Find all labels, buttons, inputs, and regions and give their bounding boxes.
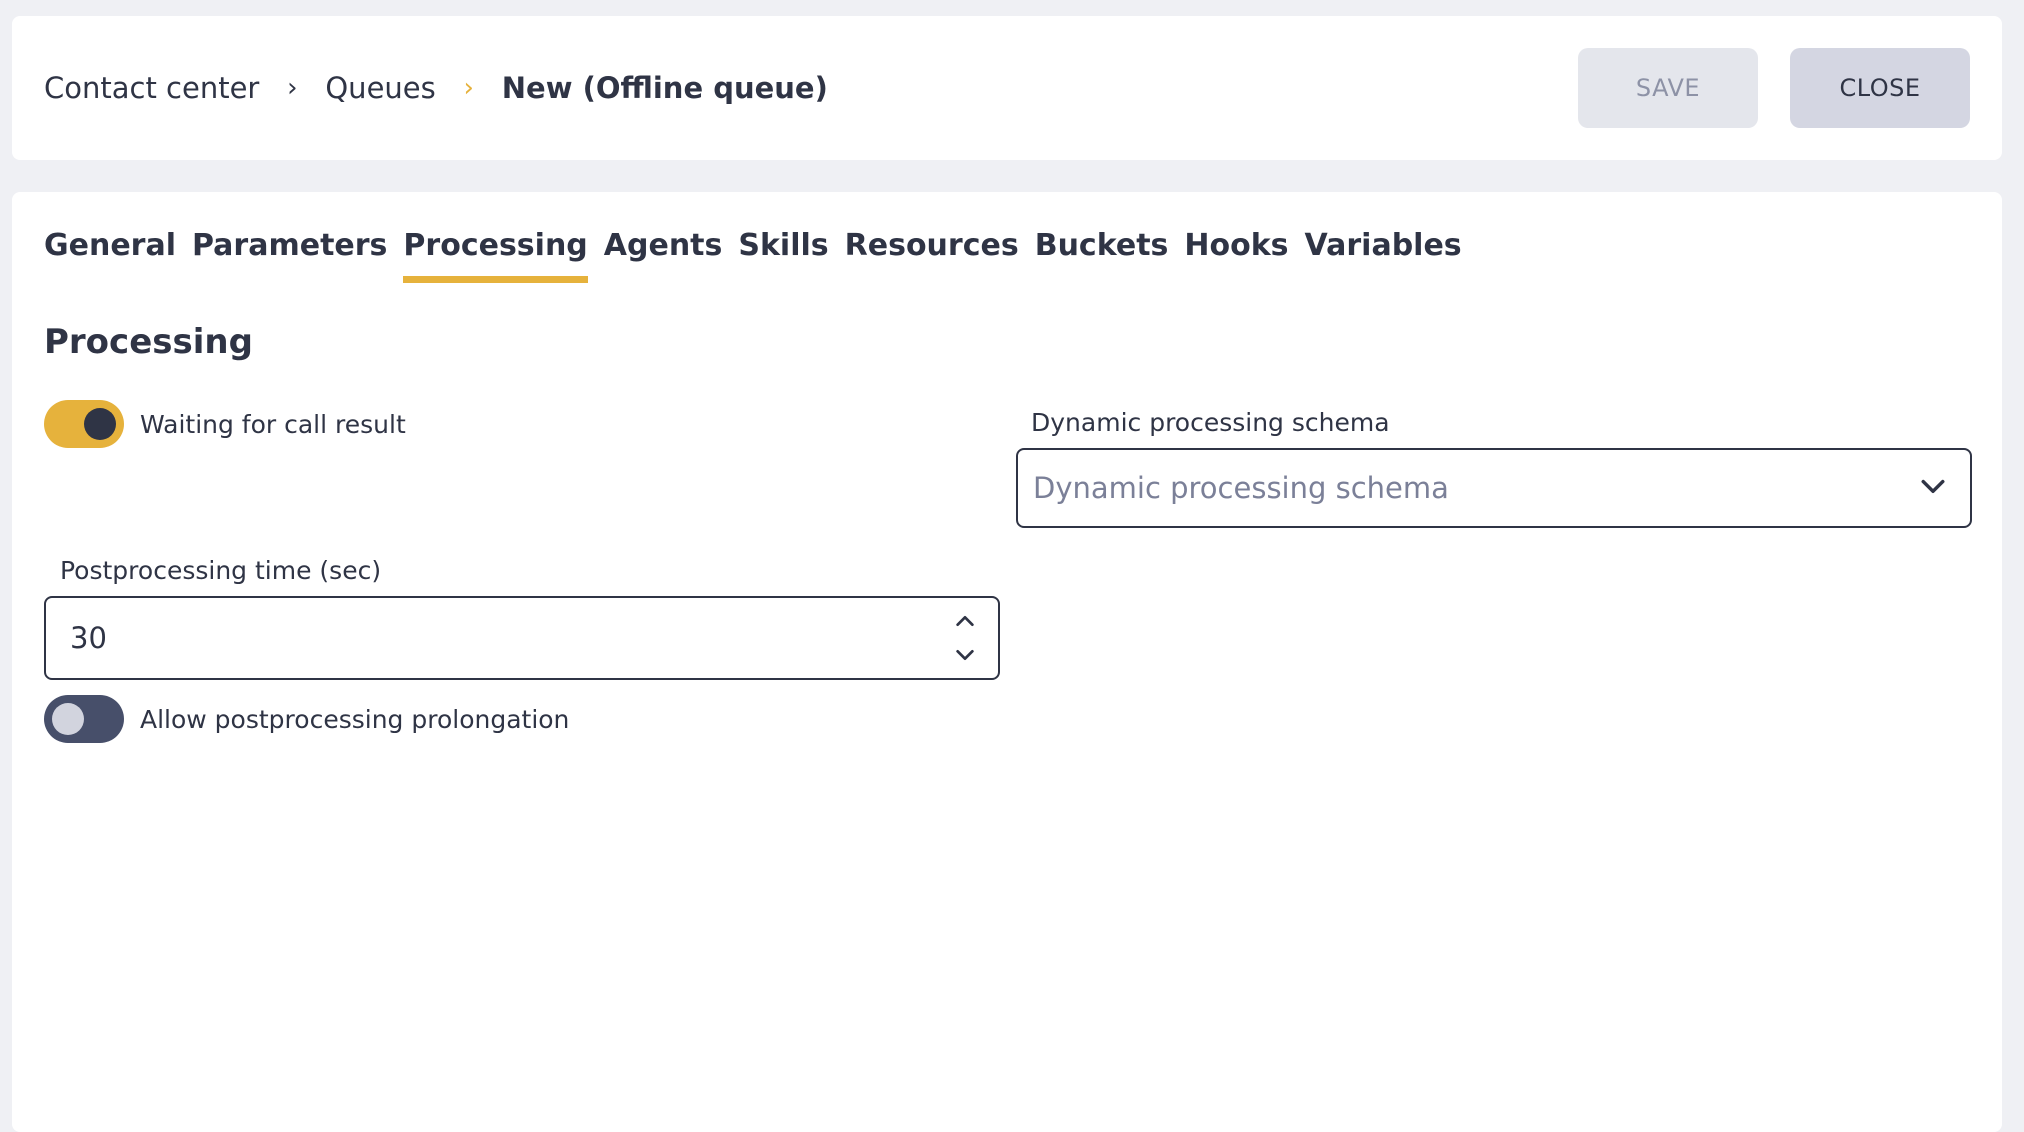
tab-bar: General Parameters Processing Agents Ski… <box>44 228 1462 283</box>
tab-hooks[interactable]: Hooks <box>1184 228 1288 283</box>
chevron-down-icon[interactable] <box>954 644 976 666</box>
main-panel: General Parameters Processing Agents Ski… <box>12 192 2002 1132</box>
tab-variables[interactable]: Variables <box>1305 228 1462 283</box>
breadcrumb-separator-icon: › <box>463 73 474 103</box>
dynamic-processing-schema-select[interactable]: Dynamic processing schema <box>1016 448 1972 528</box>
postprocessing-time-input[interactable]: 30 <box>44 596 1000 680</box>
breadcrumb-separator-icon: › <box>287 73 298 103</box>
chevron-down-icon[interactable] <box>1920 474 1946 500</box>
tab-buckets[interactable]: Buckets <box>1035 228 1169 283</box>
waiting-for-call-result-toggle[interactable] <box>44 400 124 448</box>
save-button[interactable]: SAVE <box>1578 48 1758 128</box>
close-button[interactable]: CLOSE <box>1790 48 1970 128</box>
chevron-up-icon[interactable] <box>954 610 976 632</box>
breadcrumb-current: New (Offline queue) <box>501 71 828 105</box>
allow-postprocessing-prolongation-label: Allow postprocessing prolongation <box>140 704 570 734</box>
tab-parameters[interactable]: Parameters <box>192 228 387 283</box>
tab-resources[interactable]: Resources <box>845 228 1019 283</box>
waiting-for-call-result-row: Waiting for call result <box>44 400 406 448</box>
dynamic-processing-schema-placeholder: Dynamic processing schema <box>1033 471 1449 505</box>
tab-skills[interactable]: Skills <box>738 228 828 283</box>
tab-processing[interactable]: Processing <box>403 228 589 283</box>
postprocessing-time-value: 30 <box>70 621 107 655</box>
header-bar: Contact center › Queues › New (Offline q… <box>12 16 2002 160</box>
breadcrumb-queues[interactable]: Queues <box>325 71 435 105</box>
allow-postprocessing-prolongation-row: Allow postprocessing prolongation <box>44 695 569 743</box>
section-title: Processing <box>44 322 253 362</box>
toggle-knob <box>52 703 84 735</box>
tab-agents[interactable]: Agents <box>604 228 723 283</box>
tab-general[interactable]: General <box>44 228 176 283</box>
postprocessing-time-label: Postprocessing time (sec) <box>60 556 382 585</box>
breadcrumb-contact-center[interactable]: Contact center <box>44 71 259 105</box>
dynamic-processing-schema-label: Dynamic processing schema <box>1031 408 1390 437</box>
allow-postprocessing-prolongation-toggle[interactable] <box>44 695 124 743</box>
toggle-knob <box>84 408 116 440</box>
waiting-for-call-result-label: Waiting for call result <box>140 409 406 439</box>
breadcrumb: Contact center › Queues › New (Offline q… <box>44 16 828 160</box>
